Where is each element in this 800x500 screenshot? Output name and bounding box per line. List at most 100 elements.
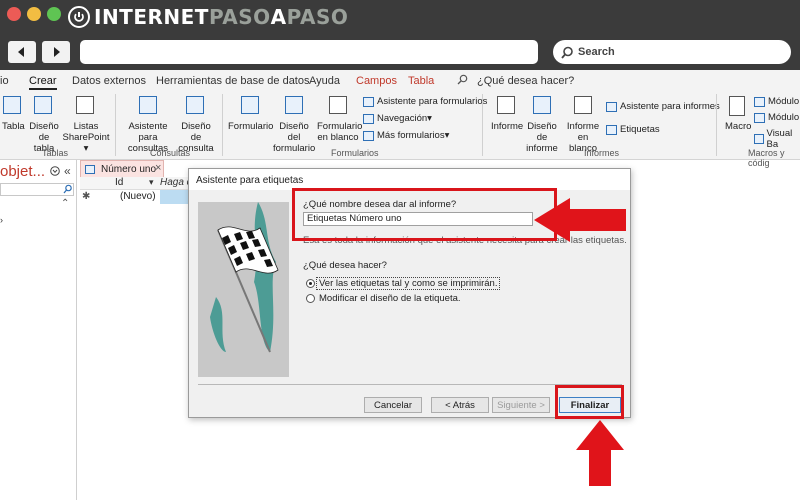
tab-inicio[interactable]: io	[0, 75, 9, 87]
nav-item[interactable]: ›	[0, 215, 3, 225]
query-design-icon	[186, 96, 204, 114]
table-tab[interactable]: Número uno ×	[80, 160, 164, 177]
asistente-formularios-button[interactable]: Asistente para formularios	[363, 96, 487, 107]
minimize-window-icon[interactable]	[27, 7, 41, 21]
group-separator	[716, 94, 717, 156]
mas-formularios-button[interactable]: Más formularios ▾	[363, 130, 449, 141]
column-dropdown-icon[interactable]: ▾	[149, 177, 154, 188]
brand-part-3: A	[270, 5, 287, 29]
modify-design-option[interactable]: Modificar el diseño de la etiqueta.	[319, 293, 461, 304]
group-separator	[115, 94, 116, 156]
navigation-pane	[0, 160, 77, 500]
table-design-icon	[34, 96, 52, 114]
macro-button[interactable]: Macro	[725, 121, 751, 132]
expand-section-icon[interactable]: ⌃	[61, 198, 69, 209]
form-icon	[241, 96, 259, 114]
form-wizard-icon	[363, 96, 374, 107]
group-label-formularios: Formularios	[331, 148, 379, 158]
forward-button[interactable]	[42, 41, 70, 63]
group-label-macros: Macros y códig	[748, 148, 785, 168]
tab-datos-externos[interactable]: Datos externos	[72, 75, 146, 87]
group-separator	[222, 94, 223, 156]
brand-part-2: PASO	[208, 5, 271, 29]
report-wizard-icon	[606, 101, 617, 112]
navegacion-button[interactable]: Navegación ▾	[363, 113, 432, 124]
tell-me-box[interactable]: ¿Qué desea hacer?	[477, 75, 574, 87]
tab-herramientas[interactable]: Herramientas de base de datos	[156, 75, 309, 87]
back-button[interactable]	[8, 41, 36, 63]
modify-design-radio[interactable]	[306, 294, 315, 303]
highlight-name-field	[292, 188, 557, 241]
column-header-add[interactable]: Haga c	[160, 177, 192, 188]
table-tab-label: Número uno	[101, 163, 157, 175]
blank-report-icon	[574, 96, 592, 114]
tab-campos[interactable]: Campos	[356, 75, 397, 87]
power-logo-icon	[68, 6, 90, 28]
modulo-button[interactable]: Módulo	[754, 96, 799, 107]
navigation-icon	[363, 113, 374, 124]
brand-part-1: INTERNET	[94, 5, 209, 29]
close-window-icon[interactable]	[7, 7, 21, 21]
tab-tabla[interactable]: Tabla	[408, 75, 434, 87]
view-labels-option[interactable]: Ver las etiquetas tal y como se imprimir…	[319, 278, 497, 289]
visual-basic-icon	[754, 134, 764, 144]
listas-sharepoint-button[interactable]: Listas SharePoint ▾	[61, 121, 111, 154]
etiquetas-button[interactable]: Etiquetas	[606, 124, 660, 135]
next-button[interactable]: Siguiente >	[492, 397, 550, 413]
formulario-button[interactable]: Formulario	[228, 121, 273, 132]
sharepoint-list-icon	[76, 96, 94, 114]
cancel-button[interactable]: Cancelar	[364, 397, 422, 413]
visual-basic-button[interactable]: Visual Ba	[754, 128, 800, 150]
informe-button[interactable]: Informe	[491, 121, 523, 132]
checkered-flag-illustration	[198, 202, 289, 377]
what-to-do-question: ¿Qué desea hacer?	[303, 260, 387, 271]
new-record-cell[interactable]: (Nuevo)	[120, 191, 156, 202]
group-label-informes: Informes	[584, 148, 620, 158]
query-wizard-icon	[139, 96, 157, 114]
nav-search-input[interactable]	[0, 183, 74, 196]
search-icon	[561, 46, 573, 59]
tab-ayuda[interactable]: Ayuda	[309, 75, 340, 87]
maximize-window-icon[interactable]	[47, 7, 61, 21]
back-button[interactable]: < Atrás	[431, 397, 489, 413]
nav-pane-title[interactable]: objet...	[0, 163, 45, 180]
report-icon	[497, 96, 515, 114]
close-tab-icon[interactable]: ×	[155, 162, 161, 174]
lightbulb-search-icon	[457, 74, 468, 88]
tabla-button[interactable]: Tabla	[2, 121, 25, 132]
forward-arrow-icon	[54, 47, 60, 57]
dialog-title: Asistente para etiquetas	[196, 175, 304, 186]
red-arrow-up-icon	[576, 420, 624, 486]
tab-crear[interactable]: Crear	[29, 75, 57, 90]
red-arrow-left-icon	[534, 198, 626, 242]
group-separator	[482, 94, 483, 156]
modulo-clase-button[interactable]: Módulo	[754, 112, 799, 123]
formulario-blanco-button[interactable]: Formulario en blanco	[317, 121, 362, 143]
address-bar[interactable]	[80, 40, 538, 64]
more-forms-icon	[363, 130, 374, 141]
nav-pane-dropdown-icon[interactable]	[50, 166, 60, 179]
blank-form-icon	[329, 96, 347, 114]
new-record-marker: ✱	[82, 191, 91, 202]
browser-chrome: INTERNET PASO A PASO Search	[0, 0, 800, 70]
brand-part-4: PASO	[286, 5, 349, 29]
labels-icon	[606, 124, 617, 135]
form-design-icon	[285, 96, 303, 114]
search-placeholder: Search	[578, 46, 615, 58]
table-icon	[85, 165, 95, 174]
back-arrow-icon	[18, 47, 24, 57]
table-row[interactable]: ✱ (Nuevo)	[80, 190, 200, 204]
class-module-icon	[754, 112, 765, 123]
macro-icon	[729, 96, 745, 116]
column-header-id[interactable]: Id	[115, 177, 123, 188]
diseno-informe-button[interactable]: Diseño de informe	[522, 121, 562, 154]
browser-search-input[interactable]: Search	[553, 40, 791, 64]
grid-header: Id ▾ Haga c	[80, 177, 200, 190]
collapse-pane-icon[interactable]: «	[64, 164, 71, 178]
table-icon	[3, 96, 21, 114]
asistente-informes-button[interactable]: Asistente para informes	[606, 101, 720, 112]
diseno-formulario-button[interactable]: Diseño del formulario	[273, 121, 315, 154]
module-icon	[754, 96, 765, 107]
view-labels-radio[interactable]	[306, 279, 315, 288]
highlight-finish-button	[555, 385, 624, 419]
